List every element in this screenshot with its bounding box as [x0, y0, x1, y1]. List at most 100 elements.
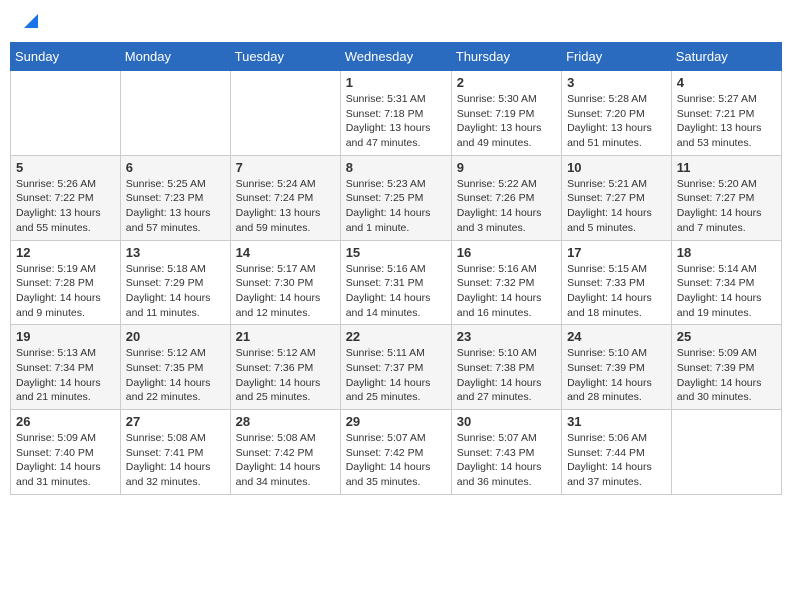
- day-info: Sunrise: 5:23 AMSunset: 7:25 PMDaylight:…: [346, 177, 446, 236]
- day-number: 3: [567, 75, 666, 90]
- calendar-cell: 5Sunrise: 5:26 AMSunset: 7:22 PMDaylight…: [11, 155, 121, 240]
- day-info: Sunrise: 5:25 AMSunset: 7:23 PMDaylight:…: [126, 177, 225, 236]
- calendar-cell: 21 Sunrise: 5:12 AMSunset: 7:36 PMDayligh…: [230, 325, 340, 410]
- calendar-day-header: Thursday: [451, 43, 561, 71]
- day-info: Sunrise: 5:11 AMSunset: 7:37 PMDaylight:…: [346, 346, 446, 405]
- day-number: 13: [126, 245, 225, 260]
- calendar-cell: 13 Sunrise: 5:18 AMSunset: 7:29 PMDayligh…: [120, 240, 230, 325]
- day-info: Sunrise: 5:16 AMSunset: 7:32 PMDaylight:…: [457, 262, 556, 321]
- day-info: Sunrise: 5:31 AMSunset: 7:18 PMDaylight:…: [346, 92, 446, 151]
- calendar-cell: 26 Sunrise: 5:09 AMSunset: 7:40 PMDayligh…: [11, 410, 121, 495]
- calendar-cell: 2 Sunrise: 5:30 AMSunset: 7:19 PMDaylight…: [451, 71, 561, 156]
- calendar-cell: 22 Sunrise: 5:11 AMSunset: 7:37 PMDayligh…: [340, 325, 451, 410]
- day-info: Sunrise: 5:17 AMSunset: 7:30 PMDaylight:…: [236, 262, 335, 321]
- day-info: Sunrise: 5:08 AMSunset: 7:41 PMDaylight:…: [126, 431, 225, 490]
- calendar-day-header: Wednesday: [340, 43, 451, 71]
- calendar-week-row: 1 Sunrise: 5:31 AMSunset: 7:18 PMDaylight…: [11, 71, 782, 156]
- day-number: 19: [16, 329, 115, 344]
- calendar-cell: [671, 410, 781, 495]
- calendar-cell: 28Sunrise: 5:08 AMSunset: 7:42 PMDayligh…: [230, 410, 340, 495]
- calendar-cell: 27 Sunrise: 5:08 AMSunset: 7:41 PMDayligh…: [120, 410, 230, 495]
- calendar-day-header: Monday: [120, 43, 230, 71]
- day-number: 16: [457, 245, 556, 260]
- day-info: Sunrise: 5:07 AMSunset: 7:42 PMDaylight:…: [346, 431, 446, 490]
- calendar-cell: 7 Sunrise: 5:24 AMSunset: 7:24 PMDaylight…: [230, 155, 340, 240]
- day-number: 23: [457, 329, 556, 344]
- calendar-cell: 1 Sunrise: 5:31 AMSunset: 7:18 PMDaylight…: [340, 71, 451, 156]
- day-number: 10: [567, 160, 666, 175]
- day-info: Sunrise: 5:24 AMSunset: 7:24 PMDaylight:…: [236, 177, 335, 236]
- day-number: 11: [677, 160, 776, 175]
- day-info: Sunrise: 5:30 AMSunset: 7:19 PMDaylight:…: [457, 92, 556, 151]
- calendar-cell: 24 Sunrise: 5:10 AMSunset: 7:39 PMDayligh…: [562, 325, 672, 410]
- calendar-cell: [120, 71, 230, 156]
- calendar-cell: [230, 71, 340, 156]
- day-number: 7: [236, 160, 335, 175]
- day-info: Sunrise: 5:19 AMSunset: 7:28 PMDaylight:…: [16, 262, 115, 321]
- day-number: 24: [567, 329, 666, 344]
- calendar-cell: 23Sunrise: 5:10 AMSunset: 7:38 PMDayligh…: [451, 325, 561, 410]
- calendar-cell: 10 Sunrise: 5:21 AMSunset: 7:27 PMDayligh…: [562, 155, 672, 240]
- calendar-cell: 6 Sunrise: 5:25 AMSunset: 7:23 PMDaylight…: [120, 155, 230, 240]
- day-info: Sunrise: 5:26 AMSunset: 7:22 PMDaylight:…: [16, 177, 115, 236]
- day-number: 15: [346, 245, 446, 260]
- day-number: 8: [346, 160, 446, 175]
- day-number: 26: [16, 414, 115, 429]
- calendar-cell: 17Sunrise: 5:15 AMSunset: 7:33 PMDayligh…: [562, 240, 672, 325]
- day-number: 9: [457, 160, 556, 175]
- day-info: Sunrise: 5:20 AMSunset: 7:27 PMDaylight:…: [677, 177, 776, 236]
- calendar-cell: 25 Sunrise: 5:09 AMSunset: 7:39 PMDayligh…: [671, 325, 781, 410]
- calendar-table: SundayMondayTuesdayWednesdayThursdayFrid…: [10, 42, 782, 495]
- day-info: Sunrise: 5:12 AMSunset: 7:36 PMDaylight:…: [236, 346, 335, 405]
- calendar-cell: 11 Sunrise: 5:20 AMSunset: 7:27 PMDayligh…: [671, 155, 781, 240]
- day-info: Sunrise: 5:21 AMSunset: 7:27 PMDaylight:…: [567, 177, 666, 236]
- page-header: [10, 10, 782, 34]
- calendar-cell: 29Sunrise: 5:07 AMSunset: 7:42 PMDayligh…: [340, 410, 451, 495]
- day-info: Sunrise: 5:13 AMSunset: 7:34 PMDaylight:…: [16, 346, 115, 405]
- day-number: 30: [457, 414, 556, 429]
- day-number: 27: [126, 414, 225, 429]
- calendar-cell: 31 Sunrise: 5:06 AMSunset: 7:44 PMDayligh…: [562, 410, 672, 495]
- day-number: 18: [677, 245, 776, 260]
- logo: [18, 14, 38, 30]
- day-number: 1: [346, 75, 446, 90]
- calendar-cell: 15Sunrise: 5:16 AMSunset: 7:31 PMDayligh…: [340, 240, 451, 325]
- day-info: Sunrise: 5:06 AMSunset: 7:44 PMDaylight:…: [567, 431, 666, 490]
- calendar-day-header: Tuesday: [230, 43, 340, 71]
- calendar-cell: 12 Sunrise: 5:19 AMSunset: 7:28 PMDayligh…: [11, 240, 121, 325]
- calendar-day-header: Friday: [562, 43, 672, 71]
- day-number: 2: [457, 75, 556, 90]
- day-info: Sunrise: 5:14 AMSunset: 7:34 PMDaylight:…: [677, 262, 776, 321]
- day-number: 17: [567, 245, 666, 260]
- calendar-cell: 30Sunrise: 5:07 AMSunset: 7:43 PMDayligh…: [451, 410, 561, 495]
- calendar-week-row: 19 Sunrise: 5:13 AMSunset: 7:34 PMDayligh…: [11, 325, 782, 410]
- day-number: 20: [126, 329, 225, 344]
- calendar-body: 1 Sunrise: 5:31 AMSunset: 7:18 PMDaylight…: [11, 71, 782, 495]
- calendar-day-header: Sunday: [11, 43, 121, 71]
- day-number: 14: [236, 245, 335, 260]
- calendar-week-row: 26 Sunrise: 5:09 AMSunset: 7:40 PMDayligh…: [11, 410, 782, 495]
- day-number: 25: [677, 329, 776, 344]
- day-info: Sunrise: 5:18 AMSunset: 7:29 PMDaylight:…: [126, 262, 225, 321]
- day-info: Sunrise: 5:08 AMSunset: 7:42 PMDaylight:…: [236, 431, 335, 490]
- calendar-cell: 9 Sunrise: 5:22 AMSunset: 7:26 PMDaylight…: [451, 155, 561, 240]
- calendar-cell: 19 Sunrise: 5:13 AMSunset: 7:34 PMDayligh…: [11, 325, 121, 410]
- calendar-week-row: 12 Sunrise: 5:19 AMSunset: 7:28 PMDayligh…: [11, 240, 782, 325]
- day-number: 21: [236, 329, 335, 344]
- day-number: 22: [346, 329, 446, 344]
- calendar-day-header: Saturday: [671, 43, 781, 71]
- calendar-cell: 3 Sunrise: 5:28 AMSunset: 7:20 PMDaylight…: [562, 71, 672, 156]
- day-info: Sunrise: 5:09 AMSunset: 7:39 PMDaylight:…: [677, 346, 776, 405]
- day-number: 12: [16, 245, 115, 260]
- calendar-week-row: 5Sunrise: 5:26 AMSunset: 7:22 PMDaylight…: [11, 155, 782, 240]
- day-number: 6: [126, 160, 225, 175]
- calendar-cell: 8 Sunrise: 5:23 AMSunset: 7:25 PMDaylight…: [340, 155, 451, 240]
- day-info: Sunrise: 5:10 AMSunset: 7:39 PMDaylight:…: [567, 346, 666, 405]
- day-info: Sunrise: 5:28 AMSunset: 7:20 PMDaylight:…: [567, 92, 666, 151]
- day-info: Sunrise: 5:09 AMSunset: 7:40 PMDaylight:…: [16, 431, 115, 490]
- calendar-header-row: SundayMondayTuesdayWednesdayThursdayFrid…: [11, 43, 782, 71]
- logo-triangle-icon: [20, 12, 38, 30]
- day-number: 31: [567, 414, 666, 429]
- day-info: Sunrise: 5:12 AMSunset: 7:35 PMDaylight:…: [126, 346, 225, 405]
- day-info: Sunrise: 5:22 AMSunset: 7:26 PMDaylight:…: [457, 177, 556, 236]
